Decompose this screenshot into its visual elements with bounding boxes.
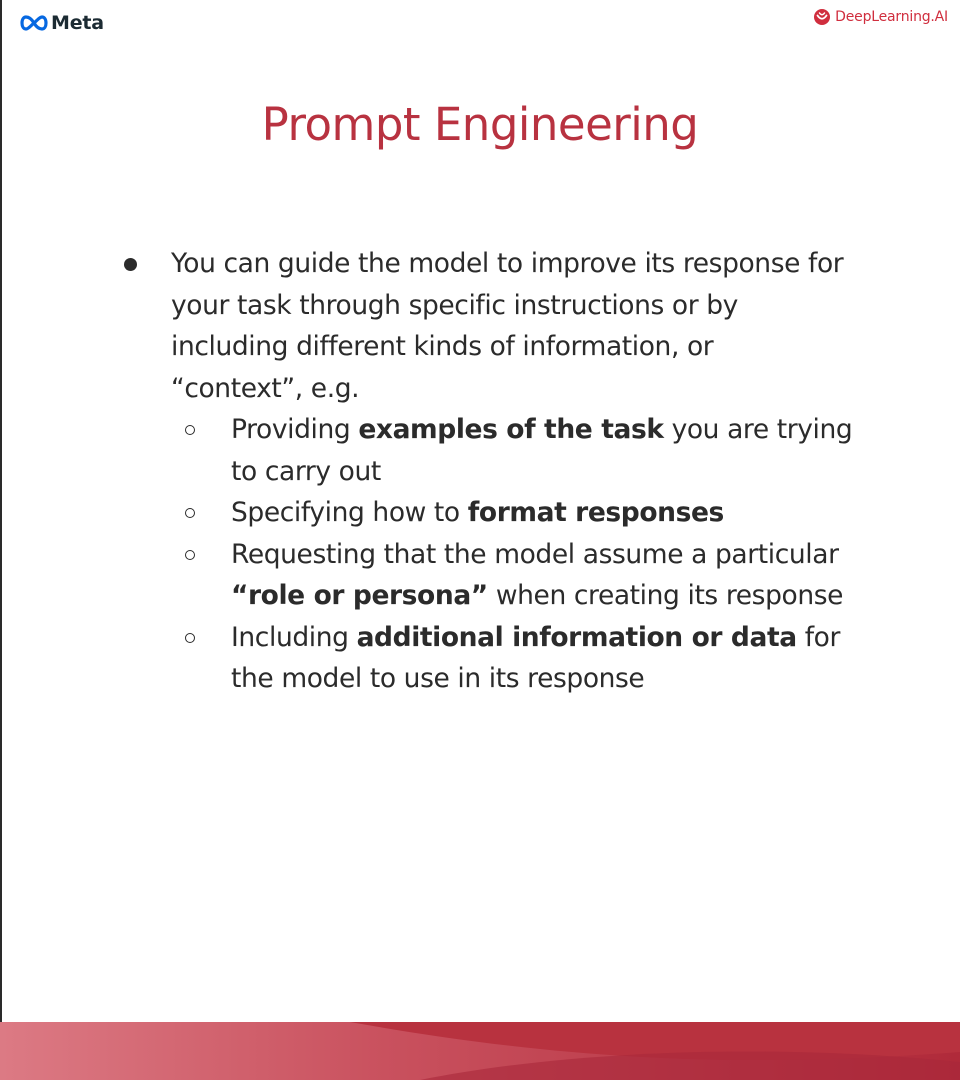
sub-bullet-item: Specifying how to format responses [0,492,861,534]
bullet-dot-icon [124,258,137,271]
slide-content: You can guide the model to improve its r… [0,243,960,700]
sub-bullet-item: Requesting that the model assume a parti… [0,534,861,617]
footer-band [0,1022,960,1080]
sub-item-bold: additional information or data [356,621,798,653]
meta-infinity-icon [20,15,48,31]
hollow-bullet-icon [185,508,195,518]
sub-bullet-list: Providing examples of the task you are t… [0,409,960,700]
sub-item-text: Specifying how to [231,497,468,528]
main-bullet: You can guide the model to improve its r… [0,243,851,409]
sub-item-text: Including [231,621,357,653]
hollow-bullet-icon [185,549,195,560]
deeplearning-wordmark: DeepLearning.AI [835,9,948,25]
slide-title: Prompt Engineering [261,98,699,151]
sub-item-bold: examples of the task [358,414,664,445]
sub-item-text: when creating its response [487,580,844,611]
sub-item-text: Providing [231,414,359,445]
deeplearning-smile-icon [813,8,831,26]
hollow-bullet-icon [185,632,195,643]
sub-item-bold: format responses [467,497,725,528]
meta-wordmark: Meta [51,12,104,34]
meta-brand: Meta [20,12,104,34]
main-bullet-text: You can guide the model to improve its r… [171,248,844,404]
sub-item-text: Requesting that the model assume a parti… [231,538,839,570]
hollow-bullet-icon [185,425,195,435]
sub-bullet-item: Providing examples of the task you are t… [0,409,861,492]
sub-bullet-item: Including additional information or data… [0,617,861,700]
deeplearning-brand: DeepLearning.AI [813,8,948,26]
sub-item-bold: “role or persona” [231,580,488,611]
